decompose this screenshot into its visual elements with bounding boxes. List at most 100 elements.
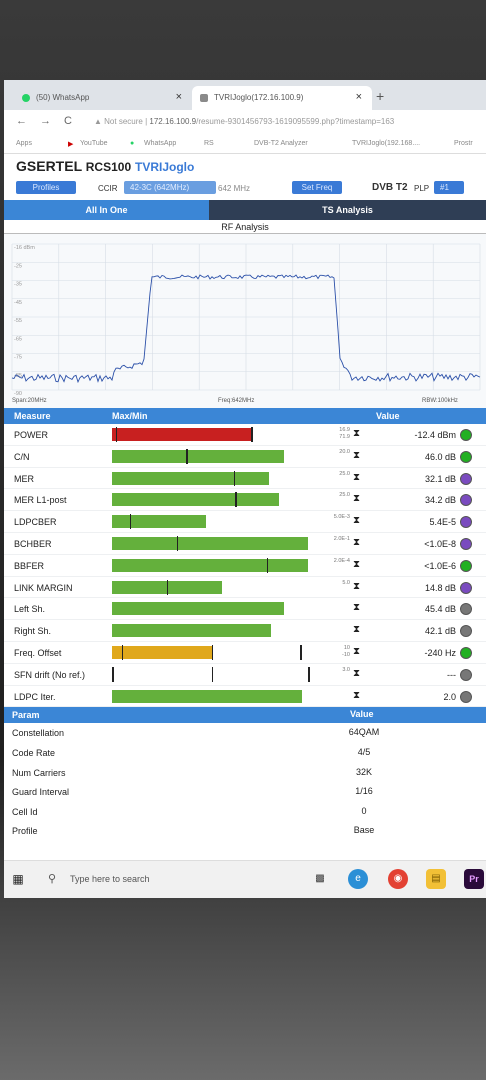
status-led — [460, 429, 472, 441]
windows-taskbar: ▦ ⚲ Type here to search ▩ e ◉ ▤ Pr — [4, 860, 486, 898]
chrome-icon[interactable]: ◉ — [388, 869, 408, 889]
center-freq-label: Freq:642MHz — [218, 398, 254, 404]
bookmark-whatsapp[interactable]: WhatsApp — [144, 140, 176, 147]
threshold-min: 71.9 — [339, 434, 350, 440]
search-placeholder: Type here to search — [70, 874, 150, 884]
level-bar — [112, 536, 308, 550]
warning-icon: ▲ — [94, 117, 102, 126]
level-bar — [112, 471, 269, 485]
y-tick-label: -75 — [14, 355, 22, 361]
level-bar — [112, 428, 252, 441]
measure-name: SFN drift (No ref.) — [14, 669, 86, 680]
profiles-button[interactable]: Profiles — [16, 181, 76, 194]
param-name: Guard Interval — [12, 787, 70, 798]
forward-button[interactable]: → — [40, 115, 51, 127]
hourglass-icon[interactable]: ⧗ — [353, 624, 360, 635]
spectrum-plot: -16 dBm -25 -35 -45 -55 -65 -75 -85 -90 Span:20M… — [4, 234, 486, 408]
measure-name: LDPCBER — [14, 517, 57, 528]
y-tick-label: -25 — [14, 263, 22, 269]
back-button[interactable]: ← — [16, 115, 27, 127]
reload-button[interactable]: C — [64, 115, 72, 127]
param-name: Profile — [12, 826, 38, 837]
close-icon[interactable]: × — [176, 91, 182, 103]
hourglass-icon[interactable]: ⧗ — [353, 515, 360, 526]
threshold-min: 5.0 — [342, 579, 350, 586]
threshold-max: 16.9 — [339, 427, 350, 433]
span-label: Span:20MHz — [12, 398, 47, 404]
site-name: TVRIJoglo — [135, 160, 195, 174]
minmax-marker — [266, 557, 269, 573]
measure-name: MER — [14, 473, 34, 484]
hourglass-icon[interactable]: ⧗ — [353, 646, 360, 657]
tab-ts-analysis[interactable]: TS Analysis — [209, 200, 486, 220]
level-bar-track — [112, 602, 308, 616]
task-view-icon[interactable]: ▩ — [310, 869, 330, 889]
threshold-min: 2.0E-4 — [333, 557, 350, 564]
hourglass-icon[interactable]: ⧗ — [353, 581, 360, 592]
bookmark-rs[interactable]: RS — [204, 140, 214, 147]
freq-readout: 642 MHz — [218, 184, 251, 193]
address-input[interactable]: ▲ Not secure | 172.16.100.9/resume-93014… — [94, 117, 394, 126]
measure-value: 42.1 dB — [424, 626, 456, 637]
bookmark-dvbt2[interactable]: DVB-T2 Analyzer — [254, 140, 308, 147]
status-led — [460, 537, 472, 550]
hourglass-icon[interactable]: ⧗ — [353, 559, 360, 570]
measure-name: LINK MARGIN — [14, 582, 73, 593]
tab-whatsapp[interactable]: (50) WhatsApp × — [14, 86, 192, 110]
hourglass-icon[interactable]: ⧗ — [353, 493, 360, 504]
measure-name: Left Sh. — [14, 604, 46, 615]
threshold-min: 25.0 — [339, 470, 350, 477]
hourglass-icon[interactable]: ⧗ — [353, 602, 360, 613]
close-icon[interactable]: × — [356, 91, 362, 103]
minmax-marker — [211, 644, 214, 660]
level-bar-track — [112, 535, 308, 551]
measure-header: Measure Max/Min Value — [4, 408, 486, 424]
measure-value: 46.0 dB — [424, 451, 456, 462]
level-bar — [112, 624, 271, 638]
bookmark-prostr[interactable]: Prostr — [454, 140, 473, 147]
threshold-min: 20.0 — [339, 448, 350, 455]
premiere-icon[interactable]: Pr — [464, 869, 484, 889]
new-tab-button[interactable]: + — [376, 88, 384, 104]
param-name: Constellation — [12, 728, 65, 739]
set-freq-button[interactable]: Set Freq — [292, 181, 342, 194]
minmax-marker — [166, 579, 169, 595]
threshold-ref: 2.0E-1 — [322, 536, 350, 543]
control-bar: Profiles CCIR 42-3C (642MHz) 642 MHz Set… — [4, 178, 486, 200]
level-bar — [112, 515, 207, 529]
hourglass-icon[interactable]: ⧗ — [353, 668, 360, 679]
tab-tvrijoglo[interactable]: TVRIJoglo(172.16.100.9) × — [192, 86, 372, 110]
hourglass-icon[interactable]: ⧗ — [353, 428, 360, 439]
hourglass-icon[interactable]: ⧗ — [353, 690, 360, 701]
hourglass-icon[interactable]: ⧗ — [353, 537, 360, 548]
spectrum-grid — [11, 243, 481, 391]
measure-row: BBFER 2.0E-4 ⧗ <1.0E-6 — [4, 555, 486, 577]
level-bar — [112, 645, 212, 659]
measure-row: MER L1-post 25.0 ⧗ 34.2 dB — [4, 489, 486, 512]
url-host: 172.16.100.9 — [149, 117, 197, 126]
status-led — [460, 625, 472, 638]
tab-all-in-one[interactable]: All In One — [4, 200, 209, 220]
plp-select[interactable]: #1 — [434, 181, 464, 194]
measure-table: POWER 16.9 71.9 ⧗ -12.4 dBm C/N 20.0 ⧗ 4… — [4, 424, 486, 708]
view-tabs: All In One TS Analysis — [4, 200, 486, 220]
hourglass-icon[interactable]: ⧗ — [353, 450, 360, 461]
file-explorer-icon[interactable]: ▤ — [426, 869, 446, 889]
security-label: Not secure — [104, 117, 143, 126]
bookmark-youtube[interactable]: YouTube — [80, 140, 108, 147]
measure-value: 2.0 — [443, 691, 456, 702]
hourglass-icon[interactable]: ⧗ — [353, 472, 360, 483]
param-row: Code Rate 4/5 — [4, 743, 486, 763]
bookmark-apps[interactable]: Apps — [16, 140, 32, 147]
channel-select[interactable]: 42-3C (642MHz) — [124, 181, 216, 194]
level-bar — [112, 602, 285, 616]
param-value-col-header: Value — [350, 709, 374, 720]
browser-tabbar: (50) WhatsApp × TVRIJoglo(172.16.100.9) … — [4, 80, 486, 110]
level-bar-track — [112, 644, 308, 660]
windows-start-icon[interactable]: ▦ — [8, 869, 28, 889]
edge-icon[interactable]: e — [348, 869, 368, 889]
brand-name: GSERTEL — [16, 158, 82, 174]
taskbar-search[interactable]: ⚲ Type here to search — [34, 867, 234, 891]
dvb-label: DVB T2 — [372, 182, 408, 193]
bookmark-tvrijoglo[interactable]: TVRIJoglo(192.168.... — [352, 140, 420, 147]
